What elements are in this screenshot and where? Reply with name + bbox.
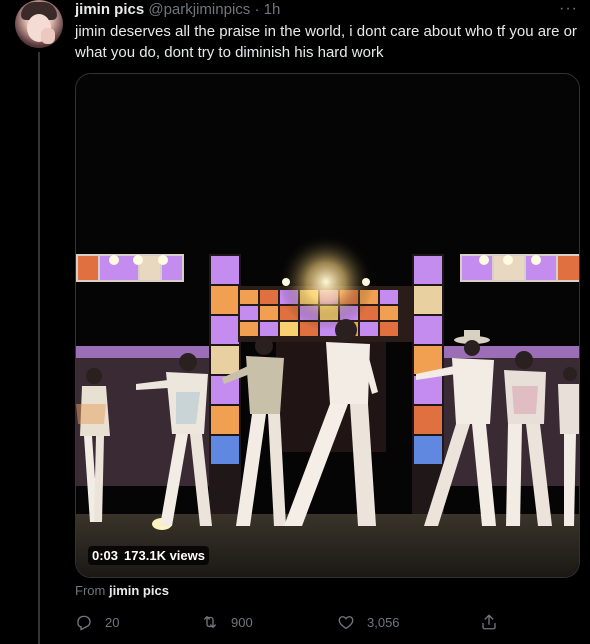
video-duration: 0:03 (92, 548, 119, 563)
separator-dot: · (254, 1, 260, 18)
author-name[interactable]: jimin pics (75, 1, 144, 18)
video-views: 173.1K views (124, 548, 205, 563)
thread-line (38, 52, 40, 644)
tweet-actions: 20 900 3,056 (75, 610, 505, 634)
from-source-link[interactable]: jimin pics (109, 583, 169, 598)
from-prefix: From (75, 583, 106, 598)
tweet-text: jimin deserves all the praise in the wor… (75, 23, 577, 61)
like-count: 3,056 (367, 614, 400, 630)
author-handle[interactable]: @parkjiminpics (148, 1, 250, 18)
share-icon (482, 614, 496, 630)
reply-count: 20 (105, 614, 120, 630)
retweet-icon (204, 616, 216, 628)
stage-panel-left (76, 254, 184, 282)
reply-button[interactable]: 20 (75, 610, 119, 634)
avatar[interactable] (15, 0, 63, 48)
video-badge: 0:03 173.1K views (88, 546, 209, 565)
video-source: From jimin pics (75, 582, 169, 600)
video-player[interactable]: 0:03 173.1K views (75, 73, 580, 578)
more-icon[interactable]: ··· (559, 0, 578, 18)
video-frame (76, 74, 579, 577)
share-button[interactable] (480, 610, 510, 634)
avatar-hand (41, 28, 55, 44)
stage-panel-right (460, 254, 579, 282)
like-button[interactable]: 3,056 (337, 610, 400, 634)
retweet-count: 900 (231, 614, 253, 630)
tweet-header: jimin pics @parkjiminpics · 1h (75, 1, 580, 19)
tweet-time[interactable]: 1h (264, 1, 281, 18)
like-icon (338, 616, 354, 630)
retweet-button[interactable]: 900 (201, 610, 253, 634)
reply-icon (77, 615, 91, 631)
